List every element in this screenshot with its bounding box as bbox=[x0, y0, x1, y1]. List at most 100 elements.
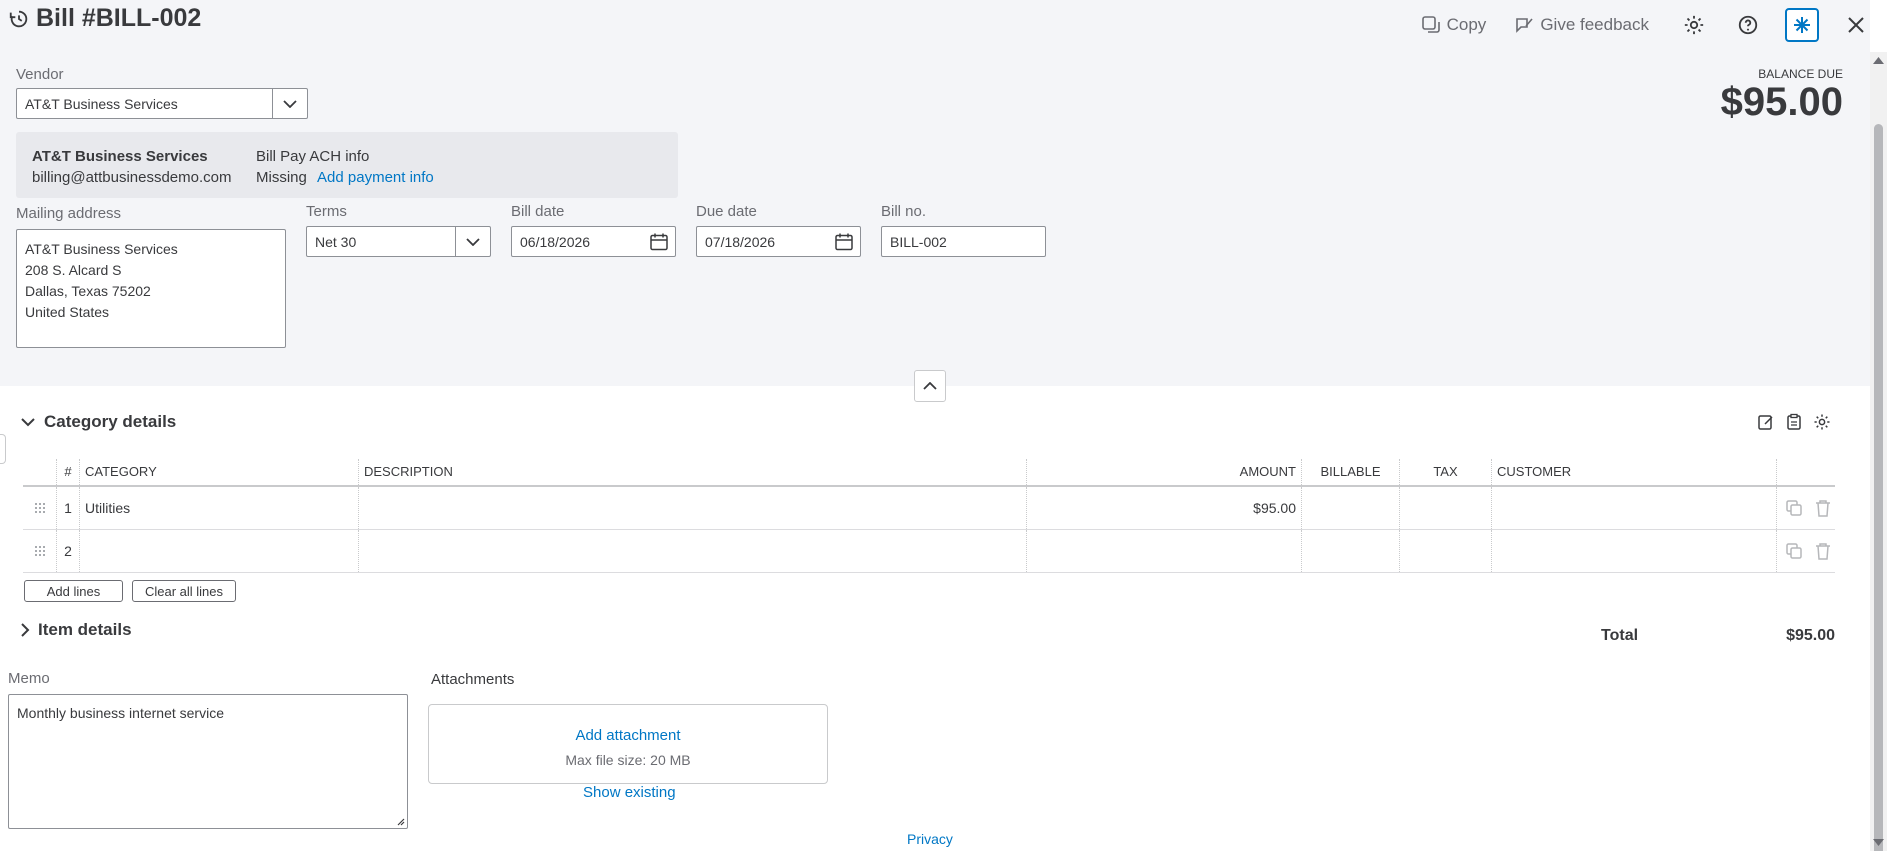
chevron-down-icon bbox=[21, 418, 35, 427]
memo-field[interactable]: Monthly business internet service bbox=[8, 694, 408, 829]
add-payment-info-link[interactable]: Add payment info bbox=[317, 169, 434, 186]
bill-date-value: 06/18/2026 bbox=[520, 233, 591, 250]
show-existing-link[interactable]: Show existing bbox=[583, 784, 676, 801]
drag-handle[interactable] bbox=[23, 530, 56, 572]
address-line: United States bbox=[25, 304, 110, 320]
vendor-info-card: AT&T Business Services billing@attbusine… bbox=[16, 132, 678, 198]
category-table: # CATEGORY DESCRIPTION AMOUNT BILLABLE T… bbox=[23, 459, 1835, 573]
total-value: $95.00 bbox=[1786, 627, 1835, 644]
help-button[interactable] bbox=[1731, 8, 1765, 42]
table-tools bbox=[1757, 413, 1831, 431]
balance-due-label: BALANCE DUE bbox=[1758, 67, 1843, 81]
bill-no-field[interactable]: BILL-002 bbox=[881, 226, 1046, 257]
max-file-size: Max file size: 20 MB bbox=[565, 752, 691, 768]
scroll-down-icon[interactable] bbox=[1873, 839, 1884, 847]
col-header-category: CATEGORY bbox=[79, 459, 358, 485]
duplicate-row-button[interactable] bbox=[1776, 487, 1810, 529]
memo-value: Monthly business internet service bbox=[17, 705, 224, 721]
title-area: Bill #BILL-002 bbox=[8, 4, 201, 33]
category-cell[interactable] bbox=[79, 530, 358, 572]
vendor-select[interactable]: AT&T Business Services bbox=[16, 88, 308, 119]
customer-cell[interactable] bbox=[1491, 487, 1776, 529]
calendar-icon[interactable] bbox=[834, 232, 854, 252]
billable-cell[interactable] bbox=[1301, 530, 1399, 572]
add-attachment-link[interactable]: Add attachment bbox=[429, 727, 827, 744]
gear-icon[interactable] bbox=[1813, 413, 1831, 431]
amount-cell[interactable] bbox=[1026, 530, 1301, 572]
bill-pay-ach: Bill Pay ACH info Missing Add payment in… bbox=[256, 146, 434, 188]
delete-row-button[interactable] bbox=[1810, 530, 1835, 572]
page-title: Bill #BILL-002 bbox=[36, 4, 202, 32]
category-details-title: Category details bbox=[44, 412, 177, 431]
customer-cell[interactable] bbox=[1491, 530, 1776, 572]
vendor-label: Vendor bbox=[16, 66, 64, 83]
category-cell[interactable]: Utilities bbox=[79, 487, 358, 529]
tax-cell[interactable] bbox=[1399, 487, 1491, 529]
vendor-card-name: AT&T Business Services bbox=[32, 148, 208, 165]
description-cell[interactable] bbox=[358, 487, 1026, 529]
clipboard-icon[interactable] bbox=[1785, 413, 1803, 431]
add-lines-button[interactable]: Add lines bbox=[24, 580, 123, 602]
amount-cell[interactable]: $95.00 bbox=[1026, 487, 1301, 529]
chevron-right-icon bbox=[21, 623, 30, 637]
resize-handle-icon[interactable] bbox=[395, 816, 405, 826]
scrollbar-thumb[interactable] bbox=[1874, 124, 1883, 851]
billable-cell[interactable] bbox=[1301, 487, 1399, 529]
settings-button[interactable] bbox=[1677, 8, 1711, 42]
bill-date-field[interactable]: 06/18/2026 bbox=[511, 226, 676, 257]
item-details-title: Item details bbox=[38, 620, 132, 639]
item-details-toggle[interactable]: Item details bbox=[20, 620, 132, 640]
calendar-icon[interactable] bbox=[649, 232, 669, 252]
attachment-dropzone[interactable]: Add attachment Max file size: 20 MB bbox=[428, 704, 828, 784]
table-row[interactable]: 2 bbox=[23, 530, 1835, 573]
feedback-label: Give feedback bbox=[1540, 15, 1649, 34]
row-number: 2 bbox=[56, 530, 79, 572]
table-row[interactable]: 1 Utilities $95.00 bbox=[23, 487, 1835, 530]
scrollbar[interactable] bbox=[1870, 52, 1887, 851]
copy-button[interactable]: Copy bbox=[1421, 15, 1487, 35]
category-details-toggle[interactable]: Category details bbox=[20, 412, 176, 432]
scroll-up-icon[interactable] bbox=[1873, 56, 1884, 64]
edit-icon[interactable] bbox=[1757, 413, 1775, 431]
drag-handle[interactable] bbox=[23, 487, 56, 529]
drag-handle-icon bbox=[34, 546, 45, 556]
ach-title: Bill Pay ACH info bbox=[256, 148, 370, 165]
due-date-label: Due date bbox=[696, 203, 757, 220]
ai-assistant-button[interactable] bbox=[1785, 8, 1819, 42]
help-icon bbox=[1738, 15, 1758, 35]
drag-handle-icon bbox=[34, 503, 45, 513]
table-header-row: # CATEGORY DESCRIPTION AMOUNT BILLABLE T… bbox=[23, 459, 1835, 487]
address-line: 208 S. Alcard S bbox=[25, 262, 122, 278]
col-header-actions bbox=[1776, 459, 1810, 485]
close-button[interactable] bbox=[1839, 8, 1873, 42]
mailing-address-field[interactable]: AT&T Business Services 208 S. Alcard S D… bbox=[16, 229, 286, 348]
vendor-card-email: billing@attbusinessdemo.com bbox=[32, 169, 232, 186]
tax-cell[interactable] bbox=[1399, 530, 1491, 572]
side-panel-tab[interactable] bbox=[0, 434, 6, 464]
bill-no-value: BILL-002 bbox=[890, 233, 947, 250]
attachments-label: Attachments bbox=[431, 671, 515, 688]
drag-col-header bbox=[23, 459, 56, 485]
vendor-dropdown-toggle[interactable] bbox=[272, 89, 307, 118]
collapse-header-button[interactable] bbox=[914, 370, 946, 402]
top-actions: Copy Give feedback bbox=[1421, 8, 1873, 42]
close-icon bbox=[1848, 17, 1864, 33]
duplicate-icon bbox=[1785, 500, 1802, 516]
duplicate-row-button[interactable] bbox=[1776, 530, 1810, 572]
clear-all-lines-button[interactable]: Clear all lines bbox=[132, 580, 236, 602]
balance-due-value: $95.00 bbox=[1720, 80, 1843, 124]
due-date-field[interactable]: 07/18/2026 bbox=[696, 226, 861, 257]
description-cell[interactable] bbox=[358, 530, 1026, 572]
copy-label: Copy bbox=[1446, 15, 1487, 34]
vendor-contact: AT&T Business Services billing@attbusine… bbox=[32, 146, 232, 188]
address-line: AT&T Business Services bbox=[25, 241, 178, 257]
give-feedback-button[interactable]: Give feedback bbox=[1514, 15, 1649, 35]
terms-dropdown-toggle[interactable] bbox=[455, 227, 490, 256]
privacy-link[interactable]: Privacy bbox=[907, 831, 953, 847]
history-icon[interactable] bbox=[8, 8, 30, 30]
terms-select[interactable]: Net 30 bbox=[306, 226, 491, 257]
col-header-actions bbox=[1810, 459, 1835, 485]
duplicate-icon bbox=[1785, 543, 1802, 559]
trash-icon bbox=[1815, 500, 1830, 517]
delete-row-button[interactable] bbox=[1810, 487, 1835, 529]
